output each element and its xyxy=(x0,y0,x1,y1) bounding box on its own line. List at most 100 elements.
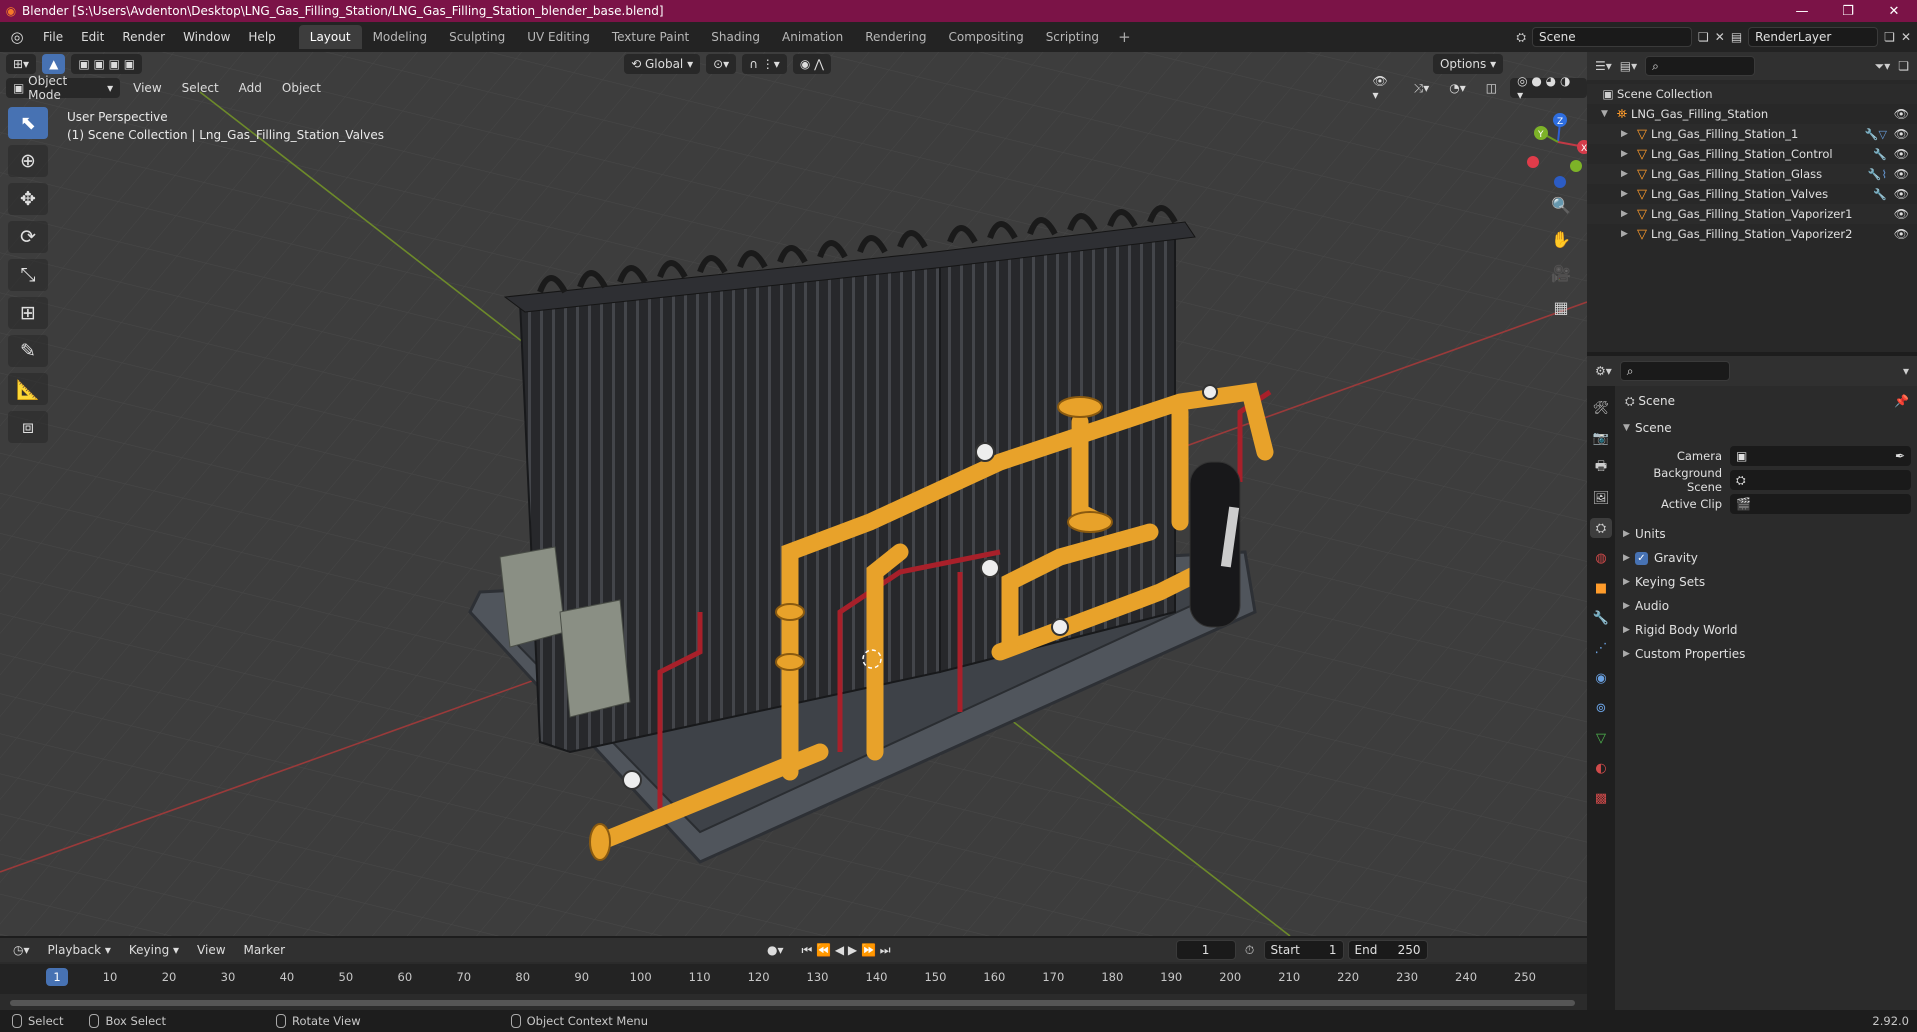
eye-icon[interactable]: 👁 xyxy=(1894,187,1909,201)
minimize-button[interactable]: — xyxy=(1779,4,1825,19)
gizmo-toggle-icon[interactable]: ⤨▾ xyxy=(1407,78,1437,98)
menu-playback[interactable]: Playback ▾ xyxy=(41,940,118,960)
constraints-tab-icon[interactable]: ⊚ xyxy=(1590,698,1612,718)
tool-tab-icon[interactable]: 🛠 xyxy=(1590,398,1612,418)
units-panel[interactable]: ▶ Units xyxy=(1615,522,1917,546)
menu-select[interactable]: Select xyxy=(175,78,226,98)
mode-select[interactable]: ▣ Object Mode ▾ xyxy=(6,74,121,102)
eye-icon[interactable]: 👁 xyxy=(1894,207,1909,221)
tab-shading[interactable]: Shading xyxy=(700,25,771,49)
add-cube-tool-icon[interactable]: ⧈ xyxy=(8,411,48,443)
expand-arrow-icon[interactable]: ▶ xyxy=(1623,553,1635,563)
material-tab-icon[interactable]: ◐ xyxy=(1590,758,1612,778)
menu-file[interactable]: File xyxy=(34,30,72,44)
dropdown-icon[interactable]: ▾ xyxy=(1903,364,1909,378)
selection-mode-icons[interactable]: ▣ ▣ ▣ ▣ xyxy=(71,54,143,74)
view-layer-tab-icon[interactable]: 🖼 xyxy=(1590,488,1612,508)
menu-render[interactable]: Render xyxy=(113,30,174,44)
menu-timeline-view[interactable]: View xyxy=(190,940,232,960)
menu-add[interactable]: Add xyxy=(232,78,269,98)
expand-arrow-icon[interactable]: ▶ xyxy=(1623,601,1635,611)
xray-toggle-icon[interactable]: ◫ xyxy=(1479,78,1504,98)
expand-arrow-icon[interactable]: ▶ xyxy=(1621,169,1633,179)
new-scene-icon[interactable]: ❏ xyxy=(1698,30,1709,44)
overlay-toggle-icon[interactable]: ◔▾ xyxy=(1442,78,1473,98)
scene-tab-icon[interactable]: ⛭ xyxy=(1590,518,1612,538)
measure-tool-icon[interactable]: 📐 xyxy=(8,373,48,405)
properties-editor-icon[interactable]: ⚙▾ xyxy=(1595,364,1612,378)
background-scene-field[interactable]: ⛭ xyxy=(1730,470,1911,490)
select-box-tool-icon[interactable]: ▲ xyxy=(42,54,66,74)
expand-arrow-icon[interactable]: ▶ xyxy=(1621,149,1633,159)
menu-marker[interactable]: Marker xyxy=(237,940,292,960)
outliner-object-row[interactable]: ▶ ▽ Lng_Gas_Filling_Station_Glass 🔧⌇ 👁 xyxy=(1587,164,1917,184)
start-frame-field[interactable]: Start 1 xyxy=(1263,940,1344,960)
move-tool-icon[interactable]: ✥ xyxy=(8,183,48,215)
view-layer-field[interactable]: RenderLayer xyxy=(1748,27,1879,47)
scene-field[interactable]: Scene xyxy=(1532,27,1692,47)
annotate-tool-icon[interactable]: ✎ xyxy=(8,335,48,367)
outliner-scene-collection[interactable]: ▣ Scene Collection xyxy=(1587,84,1917,104)
menu-window[interactable]: Window xyxy=(174,30,239,44)
expand-arrow-icon[interactable]: ▶ xyxy=(1623,577,1635,587)
tab-layout[interactable]: Layout xyxy=(298,25,362,49)
expand-arrow-icon[interactable]: ▶ xyxy=(1623,625,1635,635)
world-tab-icon[interactable]: ◍ xyxy=(1590,548,1612,568)
scale-tool-icon[interactable]: ⤡ xyxy=(8,259,48,291)
expand-arrow-icon[interactable]: ▶ xyxy=(1621,129,1633,139)
playhead[interactable]: 1 xyxy=(46,968,68,986)
audio-panel[interactable]: ▶ Audio xyxy=(1615,594,1917,618)
expand-arrow-icon[interactable]: ▶ xyxy=(1621,209,1633,219)
scene-panel-header[interactable]: ▼ Scene xyxy=(1615,416,1917,440)
physics-tab-icon[interactable]: ◉ xyxy=(1590,668,1612,688)
ortho-grid-icon[interactable]: ▦ xyxy=(1548,294,1574,320)
outliner-search-input[interactable]: ⌕ xyxy=(1645,56,1756,76)
modifier-tab-icon[interactable]: 🔧 xyxy=(1590,608,1612,628)
expand-arrow-icon[interactable]: ▶ xyxy=(1621,189,1633,199)
tab-rendering[interactable]: Rendering xyxy=(854,25,937,49)
delete-view-layer-icon[interactable]: ✕ xyxy=(1901,30,1911,44)
camera-field[interactable]: ▣ ✒ xyxy=(1730,446,1911,466)
current-frame-field[interactable]: 1 xyxy=(1175,940,1236,960)
new-collection-icon[interactable]: ❏ xyxy=(1898,59,1909,73)
frame-ruler[interactable]: 1 10 20 30 40 50 60 70 80 90 100 110 120 130 140 150 160… xyxy=(0,964,1587,994)
menu-keying[interactable]: Keying ▾ xyxy=(122,940,186,960)
eye-icon[interactable]: 👁 xyxy=(1894,227,1909,241)
clock-icon[interactable]: ⏱ xyxy=(1240,943,1260,958)
record-icon[interactable]: ●▾ xyxy=(760,940,791,960)
tab-modeling[interactable]: Modeling xyxy=(362,25,439,49)
expand-arrow-icon[interactable]: ▶ xyxy=(1621,229,1633,239)
expand-arrow-icon[interactable]: ▶ xyxy=(1623,529,1635,539)
playback-controls[interactable]: ⏮ ⏪ ◀ ▶ ⏩ ⏭ xyxy=(795,940,898,960)
snap-toggle[interactable]: ∩ ⋮▾ xyxy=(742,54,787,74)
eye-icon[interactable]: 👁 xyxy=(1894,147,1909,161)
tab-texture-paint[interactable]: Texture Paint xyxy=(601,25,700,49)
pin-icon[interactable]: 📌 xyxy=(1894,394,1909,408)
eye-icon[interactable]: 👁 xyxy=(1894,107,1909,121)
outliner-object-row[interactable]: ▶ ▽ Lng_Gas_Filling_Station_Valves 🔧 👁 xyxy=(1587,184,1917,204)
tab-sculpting[interactable]: Sculpting xyxy=(438,25,516,49)
proportional-edit-toggle[interactable]: ◉ ⋀ xyxy=(792,54,831,74)
pivot-point-select[interactable]: ⊙▾ xyxy=(706,54,737,74)
new-view-layer-icon[interactable]: ❏ xyxy=(1884,30,1895,44)
eyedropper-icon[interactable]: ✒ xyxy=(1895,449,1905,463)
tab-compositing[interactable]: Compositing xyxy=(937,25,1034,49)
cursor-tool-icon[interactable]: ⊕ xyxy=(8,145,48,177)
menu-help[interactable]: Help xyxy=(239,30,284,44)
outliner-object-row[interactable]: ▶ ▽ Lng_Gas_Filling_Station_Vaporizer2 👁 xyxy=(1587,224,1917,244)
active-clip-field[interactable]: 🎬 xyxy=(1730,494,1911,514)
data-tab-icon[interactable]: ▽ xyxy=(1590,728,1612,748)
tab-scripting[interactable]: Scripting xyxy=(1035,25,1110,49)
particles-tab-icon[interactable]: ⋰ xyxy=(1590,638,1612,658)
custom-properties-panel[interactable]: ▶ Custom Properties xyxy=(1615,642,1917,666)
menu-edit[interactable]: Edit xyxy=(72,30,113,44)
visibility-icon[interactable]: 👁▾ xyxy=(1365,74,1400,102)
expand-arrow-icon[interactable]: ▼ xyxy=(1601,109,1613,119)
rotate-tool-icon[interactable]: ⟳ xyxy=(8,221,48,253)
outliner-collection-row[interactable]: ▼ ⛯ LNG_Gas_Filling_Station 👁 xyxy=(1587,104,1917,124)
display-mode-icon[interactable]: ▤▾ xyxy=(1620,59,1637,73)
object-tab-icon[interactable]: ■ xyxy=(1590,578,1612,598)
editor-type-icon[interactable]: ⊞▾ xyxy=(6,54,37,74)
expand-arrow-icon[interactable]: ▶ xyxy=(1623,649,1635,659)
transform-tool-icon[interactable]: ⊞ xyxy=(8,297,48,329)
